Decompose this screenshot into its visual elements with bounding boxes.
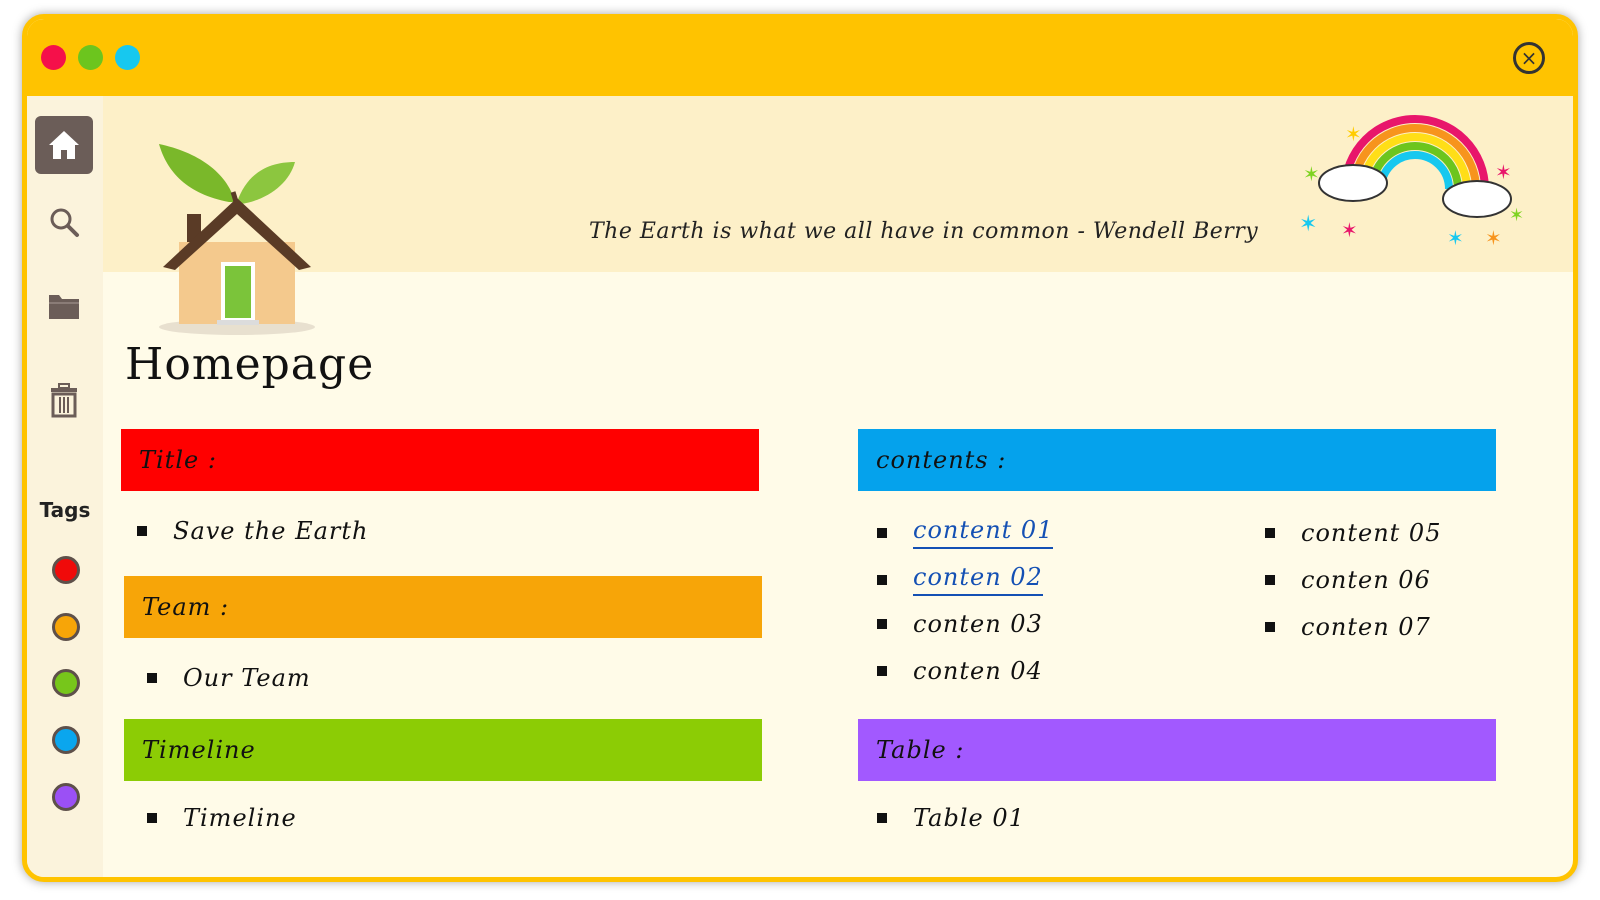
app-window: × Tags The Earth is what we all have in … xyxy=(22,14,1578,882)
title-bar: × xyxy=(27,19,1573,96)
tag-green[interactable] xyxy=(52,669,80,697)
bullet xyxy=(877,619,887,629)
bullet xyxy=(147,813,157,823)
list-item: conten 06 xyxy=(1265,566,1431,594)
close-circle-icon[interactable]: × xyxy=(1513,42,1545,74)
tag-blue[interactable] xyxy=(52,726,80,754)
tag-purple[interactable] xyxy=(52,783,80,811)
close-window-dot[interactable] xyxy=(41,45,66,70)
section-table-bar: Table : xyxy=(858,719,1496,781)
svg-text:✶: ✶ xyxy=(1303,162,1320,186)
svg-text:✶: ✶ xyxy=(1485,226,1502,249)
bullet xyxy=(877,813,887,823)
sidebar-item-search[interactable] xyxy=(35,193,93,251)
svg-text:✶: ✶ xyxy=(1345,122,1362,146)
bullet xyxy=(877,574,887,585)
content-item-04: conten 04 xyxy=(913,657,1043,685)
list-item: Table 01 xyxy=(877,804,1025,832)
tag-red[interactable] xyxy=(52,556,80,584)
list-item: content 05 xyxy=(1265,519,1441,547)
team-item: Our Team xyxy=(183,664,311,692)
bullet xyxy=(1265,528,1275,538)
sidebar-item-folder[interactable] xyxy=(35,277,93,335)
tag-orange[interactable] xyxy=(52,613,80,641)
house-illustration xyxy=(159,144,315,335)
section-title-bar: Title : xyxy=(121,429,759,491)
list-item: conten 04 xyxy=(877,657,1043,685)
rainbow-illustration: ✶ ✶ ✶ ✶ ✶ ✶ ✶ ✶ xyxy=(1299,115,1524,249)
list-item: conten 03 xyxy=(877,610,1043,638)
bullet xyxy=(877,666,887,676)
content-item-05: content 05 xyxy=(1301,519,1442,547)
content-link-01[interactable]: content 01 xyxy=(913,516,1054,549)
list-item: content 01 xyxy=(877,516,1054,549)
bullet xyxy=(1265,575,1275,585)
list-item: Our Team xyxy=(147,664,311,692)
bullet xyxy=(1265,622,1275,632)
minimize-window-dot[interactable] xyxy=(78,45,103,70)
content-item-03: conten 03 xyxy=(913,610,1043,638)
section-contents-bar: contents : xyxy=(858,429,1496,491)
svg-text:✶: ✶ xyxy=(1495,160,1512,184)
svg-text:✶: ✶ xyxy=(1299,212,1317,237)
page-title: Homepage xyxy=(125,339,375,390)
timeline-item: Timeline xyxy=(183,804,297,832)
list-item: conten 02 xyxy=(877,563,1043,596)
maximize-window-dot[interactable] xyxy=(115,45,140,70)
bullet xyxy=(147,673,157,683)
header-quote: The Earth is what we all have in common … xyxy=(589,219,1259,244)
sidebar-item-home[interactable] xyxy=(35,116,93,174)
tags-label: Tags xyxy=(39,498,91,522)
sidebar: Tags xyxy=(27,96,103,877)
title-item: Save the Earth xyxy=(173,517,369,545)
content-item-07: conten 07 xyxy=(1301,613,1431,641)
svg-text:✶: ✶ xyxy=(1341,218,1358,242)
section-team-bar: Team : xyxy=(124,576,762,638)
trash-icon xyxy=(51,383,77,418)
folder-icon xyxy=(49,295,79,319)
bullet xyxy=(877,527,887,538)
list-item: Save the Earth xyxy=(137,517,368,545)
list-item: conten 07 xyxy=(1265,613,1431,641)
content-link-02[interactable]: conten 02 xyxy=(913,563,1043,596)
svg-text:✶: ✶ xyxy=(1447,226,1464,249)
bullet xyxy=(137,526,147,536)
table-item: Table 01 xyxy=(913,804,1025,832)
sidebar-item-trash[interactable] xyxy=(35,371,93,429)
content-item-06: conten 06 xyxy=(1301,566,1431,594)
search-icon xyxy=(50,208,79,237)
svg-text:✶: ✶ xyxy=(1509,205,1524,226)
section-timeline-bar: Timeline xyxy=(124,719,762,781)
list-item: Timeline xyxy=(147,804,297,832)
home-icon xyxy=(49,131,79,159)
